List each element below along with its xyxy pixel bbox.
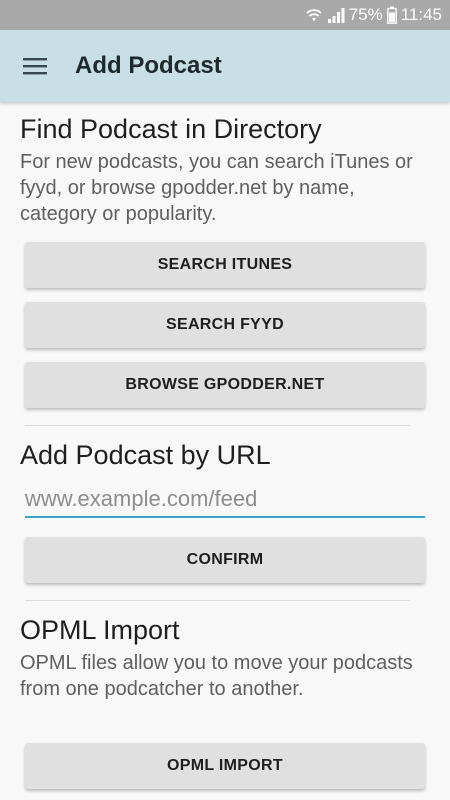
divider — [25, 425, 410, 426]
wifi-icon — [305, 6, 323, 24]
search-itunes-button[interactable]: SEARCH ITUNES — [25, 242, 425, 288]
opml-import-button[interactable]: OPML IMPORT — [25, 743, 425, 789]
status-bar: 75% 11:45 — [0, 0, 450, 30]
confirm-button[interactable]: CONFIRM — [25, 537, 425, 583]
page-title: Add Podcast — [75, 52, 222, 79]
url-section-title: Add Podcast by URL — [20, 440, 271, 470]
battery-percent: 75% — [348, 5, 383, 24]
divider — [25, 600, 410, 601]
search-fyyd-button[interactable]: SEARCH FYYD — [25, 302, 425, 348]
opml-description: OPML files allow you to move your podcas… — [20, 652, 413, 700]
hamburger-menu-icon[interactable] — [0, 30, 70, 102]
browse-gpodder-button[interactable]: BROWSE GPODDER.NET — [25, 362, 425, 408]
app-bar: Add Podcast — [0, 30, 450, 102]
battery-icon — [386, 6, 397, 24]
signal-icon — [327, 6, 345, 24]
directory-section-title: Find Podcast in Directory — [20, 114, 322, 144]
directory-description: For new podcasts, you can search iTunes … — [20, 151, 413, 225]
opml-section-title: OPML Import — [20, 615, 180, 645]
clock: 11:45 — [400, 5, 442, 24]
feed-url-input[interactable] — [25, 482, 425, 518]
